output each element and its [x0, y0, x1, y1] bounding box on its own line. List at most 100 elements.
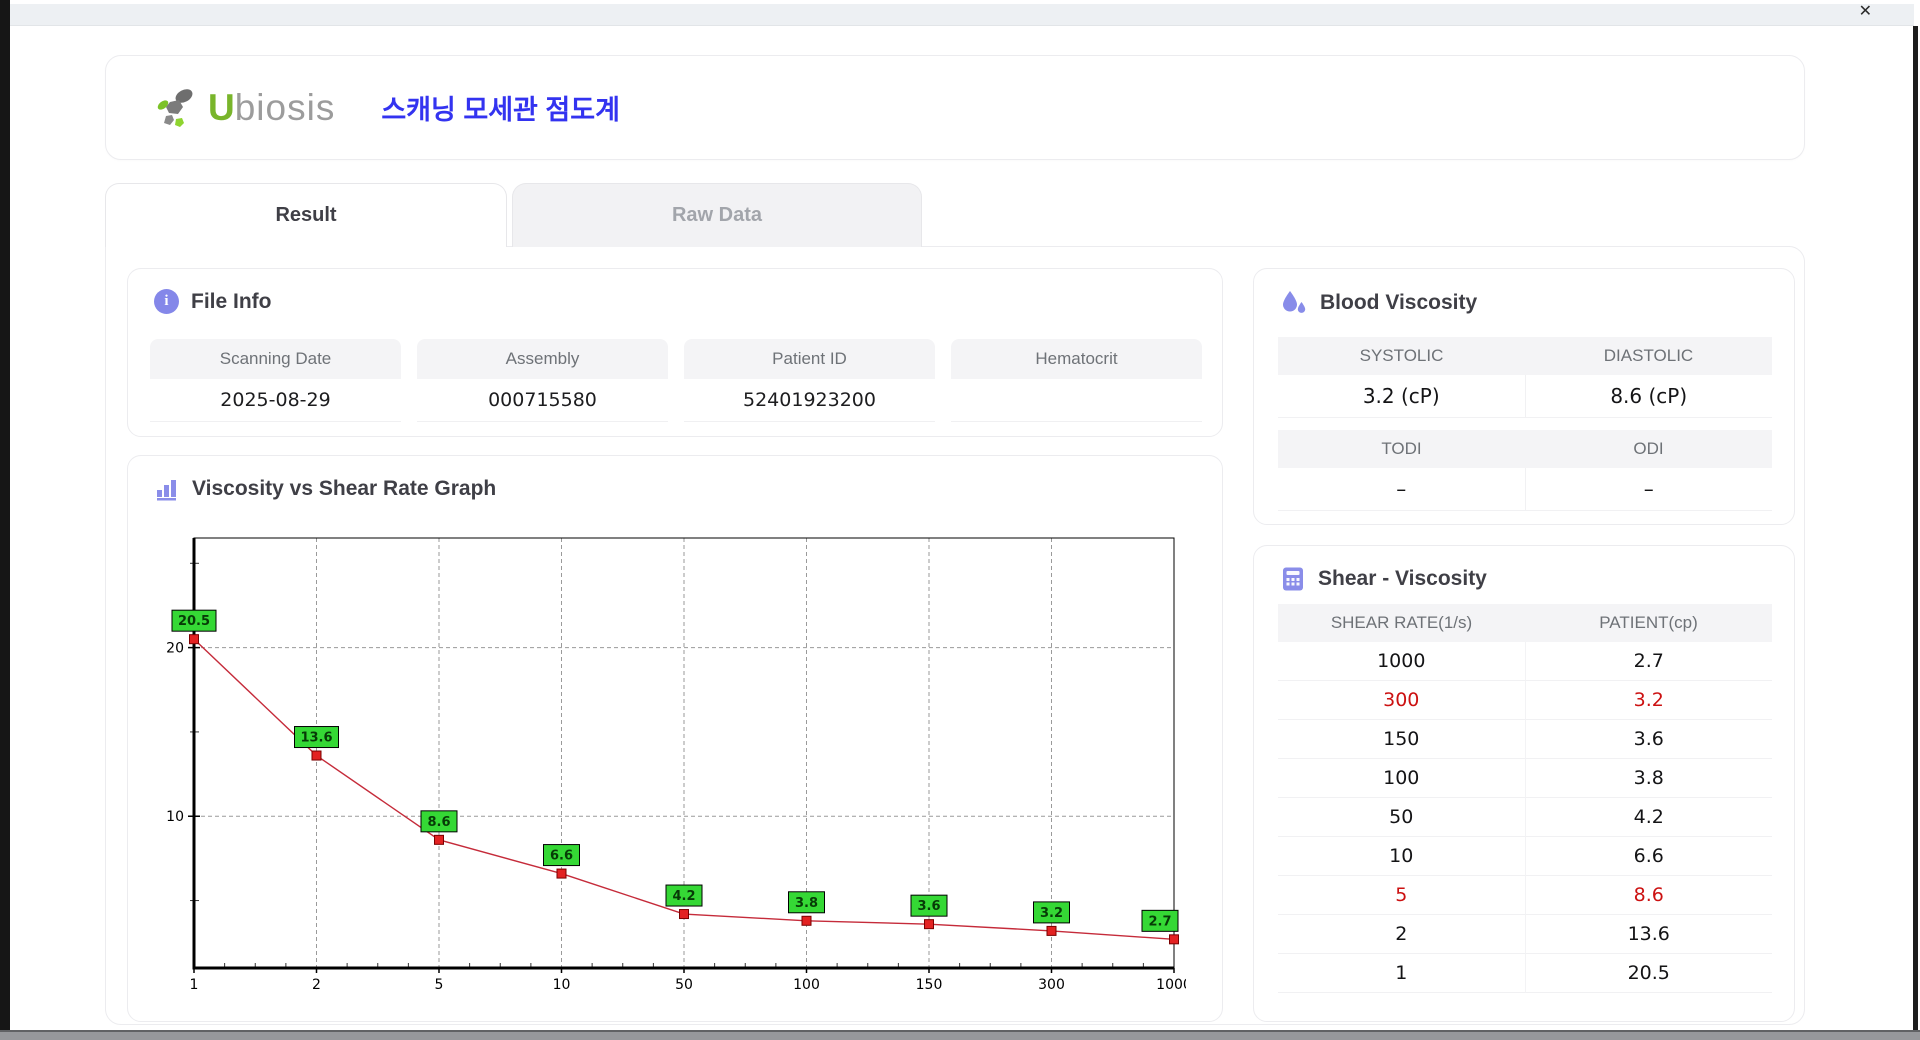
x-axis-tick-label: 150: [916, 977, 943, 993]
shear-table-row: 1 20.5: [1278, 954, 1772, 993]
data-point-label: 20.5: [178, 614, 210, 629]
window-bottom-edge: [0, 1030, 1920, 1040]
shear-viscosity-title-row: Shear - Viscosity: [1280, 566, 1487, 592]
bv-value-row-2: – –: [1278, 468, 1772, 511]
logo-letter-u: U: [208, 87, 235, 128]
file-info-title-row: i File Info: [154, 289, 272, 314]
file-info-field-scanning-date: Scanning Date 2025-08-29: [150, 339, 401, 422]
field-label: Hematocrit: [951, 339, 1202, 379]
bv-header-row-2: TODI ODI: [1278, 430, 1772, 468]
patient-cp-cell: 6.6: [1525, 837, 1772, 876]
data-point-label: 4.2: [672, 889, 695, 904]
graph-title: Viscosity vs Shear Rate Graph: [192, 477, 497, 500]
data-point-label: 3.2: [1040, 906, 1063, 921]
patient-cp-cell: 3.8: [1525, 759, 1772, 798]
data-point-marker: [189, 634, 199, 645]
data-point-marker: [801, 915, 812, 926]
field-label: Assembly: [417, 339, 668, 379]
todi-value: –: [1278, 468, 1526, 511]
data-point-marker: [434, 834, 444, 845]
file-info-field-assembly: Assembly 000715580: [417, 339, 668, 422]
odi-header: ODI: [1525, 430, 1772, 468]
app-title: 스캐닝 모세관 점도계: [381, 95, 620, 125]
x-axis-tick-label: 10: [553, 977, 571, 993]
field-value: 2025-08-29: [150, 379, 401, 422]
shear-rate-cell: 10: [1278, 837, 1526, 876]
shear-rate-cell: 5: [1278, 876, 1526, 915]
shear-rate-cell: 50: [1278, 798, 1526, 837]
app-window: { "window": { "close_label": "✕" }, "hea…: [0, 0, 1920, 1040]
x-axis-tick-label: 300: [1038, 977, 1065, 993]
info-icon: i: [154, 289, 179, 314]
field-value: 52401923200: [684, 379, 935, 422]
window-left-edge: [0, 0, 10, 1040]
shear-table-row: 1000 2.7: [1278, 642, 1772, 681]
data-point-marker: [311, 750, 322, 761]
data-point-label: 8.6: [427, 815, 450, 830]
patient-cp-cell: 8.6: [1525, 876, 1772, 915]
data-point-label: 3.6: [917, 899, 940, 914]
data-point-label: 2.7: [1148, 914, 1171, 929]
shear-viscosity-table: SHEAR RATE(1/s) PATIENT(cp) 1000 2.7 300 3.…: [1278, 604, 1772, 993]
shear-table-row: 100 3.8: [1278, 759, 1772, 798]
tab-raw-data[interactable]: Raw Data: [512, 183, 922, 247]
header-card: Ubiosis 스캐닝 모세관 점도계: [105, 55, 1805, 160]
graph-card: Viscosity vs Shear Rate Graph 20.5 13.6 8.…: [127, 455, 1223, 1022]
calculator-icon: [1283, 567, 1303, 591]
shear-rate-cell: 300: [1278, 681, 1526, 720]
field-label: Scanning Date: [150, 339, 401, 379]
data-point-marker: [556, 868, 567, 879]
patient-cp-cell: 13.6: [1525, 915, 1772, 954]
data-point-marker: [1046, 925, 1057, 936]
bar-chart-icon: [157, 480, 176, 501]
graph-title-row: Viscosity vs Shear Rate Graph: [154, 476, 496, 502]
patient-cp-cell: 20.5: [1525, 954, 1772, 993]
y-axis-tick-label: 20: [166, 641, 184, 657]
shear-viscosity-card: Shear - Viscosity SHEAR RATE(1/s) PATIEN…: [1253, 545, 1795, 1022]
x-axis-tick-label: 100: [793, 977, 820, 993]
shear-table-row: 10 6.6: [1278, 837, 1772, 876]
x-axis-tick-label: 1000: [1156, 977, 1186, 993]
bv-header-row-1: SYSTOLIC DIASTOLIC: [1278, 337, 1772, 375]
x-axis-tick-label: 50: [675, 977, 693, 993]
field-value: 000715580: [417, 379, 668, 422]
systolic-header: SYSTOLIC: [1278, 337, 1525, 375]
odi-value: –: [1525, 468, 1772, 511]
shear-viscosity-title: Shear - Viscosity: [1318, 567, 1487, 590]
patient-cp-cell: 3.6: [1525, 720, 1772, 759]
file-info-title: File Info: [191, 289, 272, 313]
shear-table-row: 5 8.6: [1278, 876, 1772, 915]
data-point-marker: [679, 909, 689, 920]
file-info-field-patient-id: Patient ID 52401923200: [684, 339, 935, 422]
shear-rate-cell: 2: [1278, 915, 1526, 954]
window-right-edge: [1913, 26, 1918, 1030]
shear-rate-cell: 1: [1278, 954, 1526, 993]
x-axis-tick-label: 1: [190, 977, 199, 993]
shear-rate-cell: 150: [1278, 720, 1526, 759]
diastolic-header: DIASTOLIC: [1525, 337, 1772, 375]
shear-rate-cell: 100: [1278, 759, 1526, 798]
tab-result[interactable]: Result: [105, 183, 507, 247]
data-point-label: 3.8: [795, 896, 818, 911]
window-titlebar: [10, 4, 1914, 26]
shear-table-row: 2 13.6: [1278, 915, 1772, 954]
shear-rate-cell: 1000: [1278, 642, 1526, 681]
patient-column-header: PATIENT(cp): [1525, 604, 1772, 642]
diastolic-value: 8.6 (cP): [1525, 375, 1772, 418]
chart-svg: 20.5 13.6 8.6 6.6 4.2 3.8 3.6 3.2 2.7 10 20 1 2 5 10 50…: [166, 537, 1192, 993]
close-icon[interactable]: ✕: [1859, 4, 1872, 20]
logo-word-rest: biosis: [234, 87, 336, 128]
shear-table-row: 300 3.2: [1278, 681, 1772, 720]
ubiosis-logo: Ubiosis: [156, 86, 335, 130]
patient-cp-cell: 4.2: [1525, 798, 1772, 837]
field-label: Patient ID: [684, 339, 935, 379]
blood-viscosity-title-row: Blood Viscosity: [1280, 289, 1477, 317]
data-point-marker: [1169, 934, 1179, 945]
water-drops-icon: [1283, 291, 1306, 313]
ubiosis-logo-icon: [157, 88, 193, 127]
blood-viscosity-table: SYSTOLIC DIASTOLIC 3.2 (cP) 8.6 (cP) TOD…: [1278, 337, 1772, 511]
data-point-label: 13.6: [300, 731, 332, 746]
shear-table-header: SHEAR RATE(1/s) PATIENT(cp): [1278, 604, 1772, 642]
shear-table-row: 150 3.6: [1278, 720, 1772, 759]
file-info-card: i File Info Scanning Date 2025-08-29 Assem…: [127, 268, 1223, 437]
